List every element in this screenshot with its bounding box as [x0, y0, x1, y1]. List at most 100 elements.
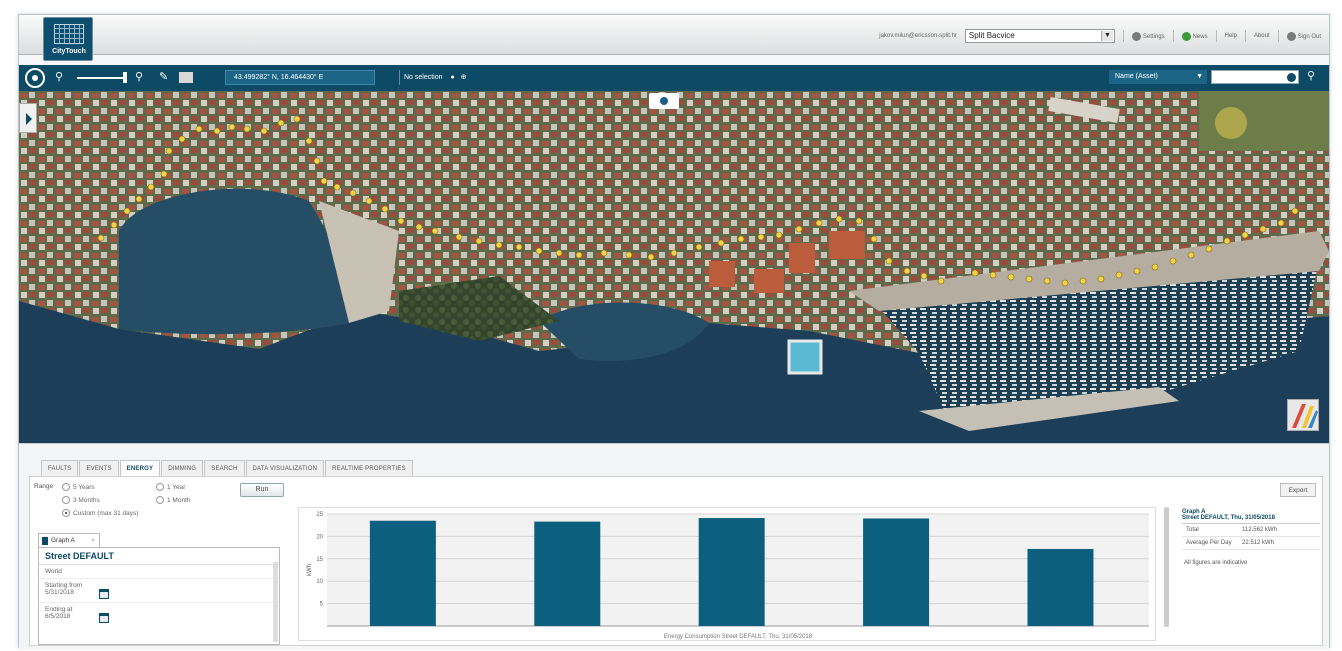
clear-icon[interactable]	[1287, 73, 1296, 82]
export-button[interactable]: Export	[1280, 483, 1316, 497]
range-option-5-years[interactable]: 5 Years	[62, 483, 95, 491]
end-date-value[interactable]: 6/5/2018	[45, 613, 273, 620]
radio-label: 5 Years	[73, 483, 95, 491]
summary-row: Total 112.562 kWh	[1182, 524, 1320, 537]
summary-label: Average Per Day	[1186, 540, 1232, 546]
map-type-switch-button[interactable]	[1287, 399, 1319, 431]
range-option-1-month[interactable]: 1 Month	[156, 496, 191, 504]
y-tick-label: 20	[316, 534, 323, 540]
search-field-select[interactable]: Name (Asset) ▼	[1109, 70, 1207, 84]
panel-tabs: FAULTS EVENTS ENERGY DIMMING SEARCH DATA…	[41, 460, 414, 477]
zoom-slider-handle[interactable]	[123, 72, 127, 83]
energy-chart-svg: 5 10 15 20 25 kWh Energy Consumption Street DE…	[307, 512, 1149, 640]
map-layer-icon[interactable]	[179, 72, 193, 83]
signout-icon	[1286, 31, 1296, 41]
radio-label: Custom (max 31 days)	[73, 509, 139, 517]
graph-a-tab[interactable]: Graph A ×	[38, 533, 100, 547]
signout-link[interactable]: Sign Out	[1286, 31, 1321, 41]
range-option-custom[interactable]: Custom (max 31 days)	[62, 509, 138, 517]
close-icon[interactable]: ×	[91, 534, 95, 548]
scope-label: World	[39, 565, 279, 579]
tab-energy[interactable]: ENERGY	[119, 460, 161, 477]
y-tick-label: 10	[316, 579, 323, 585]
range-label: Range	[34, 483, 54, 490]
user-email: jakov.milun@ericsson-split.hr	[879, 33, 957, 39]
search-field-select-value: Name (Asset)	[1115, 73, 1158, 80]
tab-search[interactable]: SEARCH	[204, 460, 245, 476]
coordinates-display: 43.499282° N, 16.464430° E	[225, 70, 375, 85]
street-title: Street DEFAULT	[39, 548, 279, 565]
citytouch-logo[interactable]: CityTouch	[43, 17, 93, 61]
zoom-in-icon[interactable]: ⚲	[135, 70, 143, 83]
city-select[interactable]: Split Bacvice ▼	[964, 29, 1115, 43]
divider	[1215, 30, 1217, 42]
settings-link[interactable]: Settings	[1131, 31, 1165, 41]
radio-label: 3 Months	[73, 496, 100, 504]
divider	[1122, 30, 1124, 42]
tab-dimming[interactable]: DIMMING	[161, 460, 204, 476]
target-icon[interactable]: ⊕	[461, 74, 467, 81]
about-link[interactable]: About	[1254, 33, 1270, 39]
radio-button[interactable]	[62, 483, 70, 491]
y-axis-label: kWh	[307, 564, 313, 576]
radio-button-selected[interactable]	[62, 509, 70, 517]
logo-grid-icon	[54, 24, 84, 44]
graph-tab-label: Graph A	[51, 537, 75, 544]
zoom-out-icon[interactable]: ⚲	[55, 70, 63, 83]
graph-summary: Graph A Street DEFAULT, Thu, 31/05/2018 …	[1182, 509, 1320, 566]
city-select-value: Split Bacvice	[968, 31, 1015, 40]
run-button[interactable]: Run	[240, 483, 284, 497]
energy-bar	[1027, 548, 1094, 626]
energy-bar	[534, 521, 601, 626]
news-link[interactable]: News	[1181, 31, 1208, 41]
select-icon[interactable]: ●	[450, 74, 454, 81]
summary-note: All figures are indicative	[1184, 560, 1248, 566]
pan-control-icon[interactable]	[25, 68, 45, 88]
analytics-panel: FAULTS EVENTS ENERGY DIMMING SEARCH DATA…	[19, 443, 1329, 649]
app-frame: CityTouch jakov.milun@ericsson-split.hr …	[18, 14, 1330, 649]
search-icon[interactable]: ⚲	[1307, 69, 1315, 82]
gear-icon	[1131, 31, 1141, 41]
map-toolbar: ⚲ ⚲ ✎ 43.499282° N, 16.464430° E No sele…	[19, 65, 1329, 91]
map-type-icon	[1288, 400, 1318, 430]
y-tick-label: 15	[316, 557, 323, 563]
summary-value: 22.512 kWh	[1242, 540, 1275, 546]
tab-realtime-properties[interactable]: REALTIME PROPERTIES	[325, 460, 413, 476]
tab-events[interactable]: EVENTS	[79, 460, 119, 476]
range-option-1-year[interactable]: 1 Year	[156, 483, 185, 491]
energy-bar	[863, 518, 930, 626]
chart-scrollbar[interactable]	[1164, 507, 1169, 627]
map-image	[19, 91, 1329, 443]
x-axis-label: Energy Consumption Street DEFAULT, Thu, …	[664, 634, 813, 640]
satellite-map[interactable]	[19, 91, 1329, 443]
chevron-down-icon[interactable]: ▼	[1196, 70, 1203, 84]
range-option-3-months[interactable]: 3 Months	[62, 496, 100, 504]
selection-label: No selection	[404, 74, 443, 81]
end-date-row: Ending at 6/5/2018	[39, 603, 279, 627]
locate-icon[interactable]: ✎	[159, 70, 168, 83]
radio-button[interactable]	[62, 496, 70, 504]
summary-label: Total	[1186, 527, 1199, 533]
zoom-slider[interactable]	[77, 77, 125, 79]
calendar-icon[interactable]	[99, 589, 109, 599]
search-input[interactable]	[1211, 70, 1299, 84]
side-panel-toggle[interactable]	[19, 103, 37, 133]
news-icon	[1181, 31, 1191, 41]
y-tick-label: 5	[320, 602, 324, 608]
calendar-icon[interactable]	[99, 613, 109, 623]
tab-data-visualization[interactable]: DATA VISUALIZATION	[245, 460, 325, 476]
graph-parameters-panel: Street DEFAULT World Starting from 5/31/…	[38, 547, 280, 645]
map-center-indicator[interactable]	[649, 93, 679, 109]
radio-button[interactable]	[156, 483, 164, 491]
signout-label: Sign Out	[1297, 33, 1321, 40]
selection-status: No selection ● ⊕	[399, 70, 491, 85]
help-link[interactable]: Help	[1225, 33, 1237, 39]
end-date-label: Ending at	[45, 606, 73, 613]
panel-scrollbar[interactable]	[273, 562, 278, 642]
chevron-down-icon[interactable]: ▼	[1100, 31, 1113, 41]
y-tick-label: 25	[316, 512, 323, 518]
start-date-value[interactable]: 5/31/2018	[45, 589, 273, 596]
radio-button[interactable]	[156, 496, 164, 504]
divider	[1172, 30, 1174, 42]
tab-faults[interactable]: FAULTS	[41, 460, 79, 476]
